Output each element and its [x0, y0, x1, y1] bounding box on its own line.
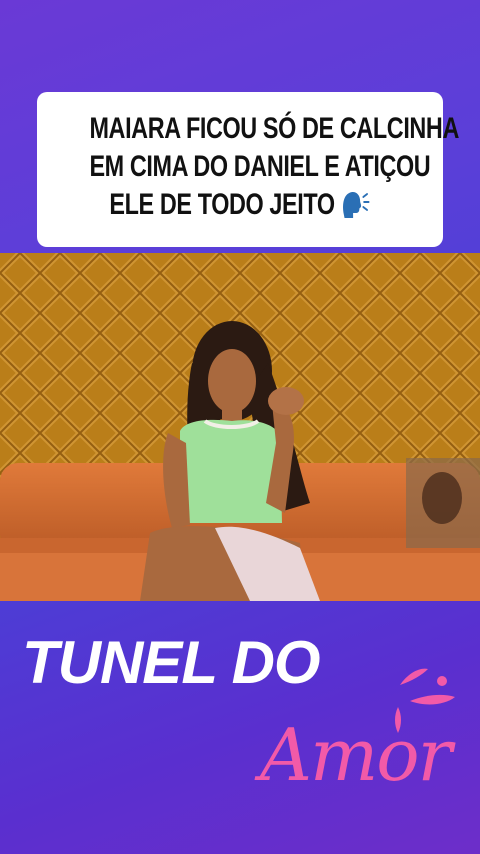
brand-script-text: Amor	[254, 713, 456, 797]
caption-line-2: EM CIMA DO DANIEL E ATIÇOU	[89, 150, 431, 183]
splash-dot	[437, 676, 447, 686]
video-scene	[0, 253, 480, 601]
caption-line-1: MAIARA FICOU SÓ DE CALCINHA	[89, 112, 459, 145]
video-frame[interactable]	[0, 253, 480, 601]
brand-script-logo: Amor	[254, 668, 458, 797]
caption-box: MAIARA FICOU SÓ DE CALCINHA EM CIMA DO D…	[37, 92, 459, 247]
splash-mark-1	[400, 668, 428, 685]
splash-mark-2	[410, 694, 455, 705]
caption-line-3: ELE DE TODO JEITO	[89, 186, 390, 224]
speaking-head-icon	[343, 191, 370, 218]
